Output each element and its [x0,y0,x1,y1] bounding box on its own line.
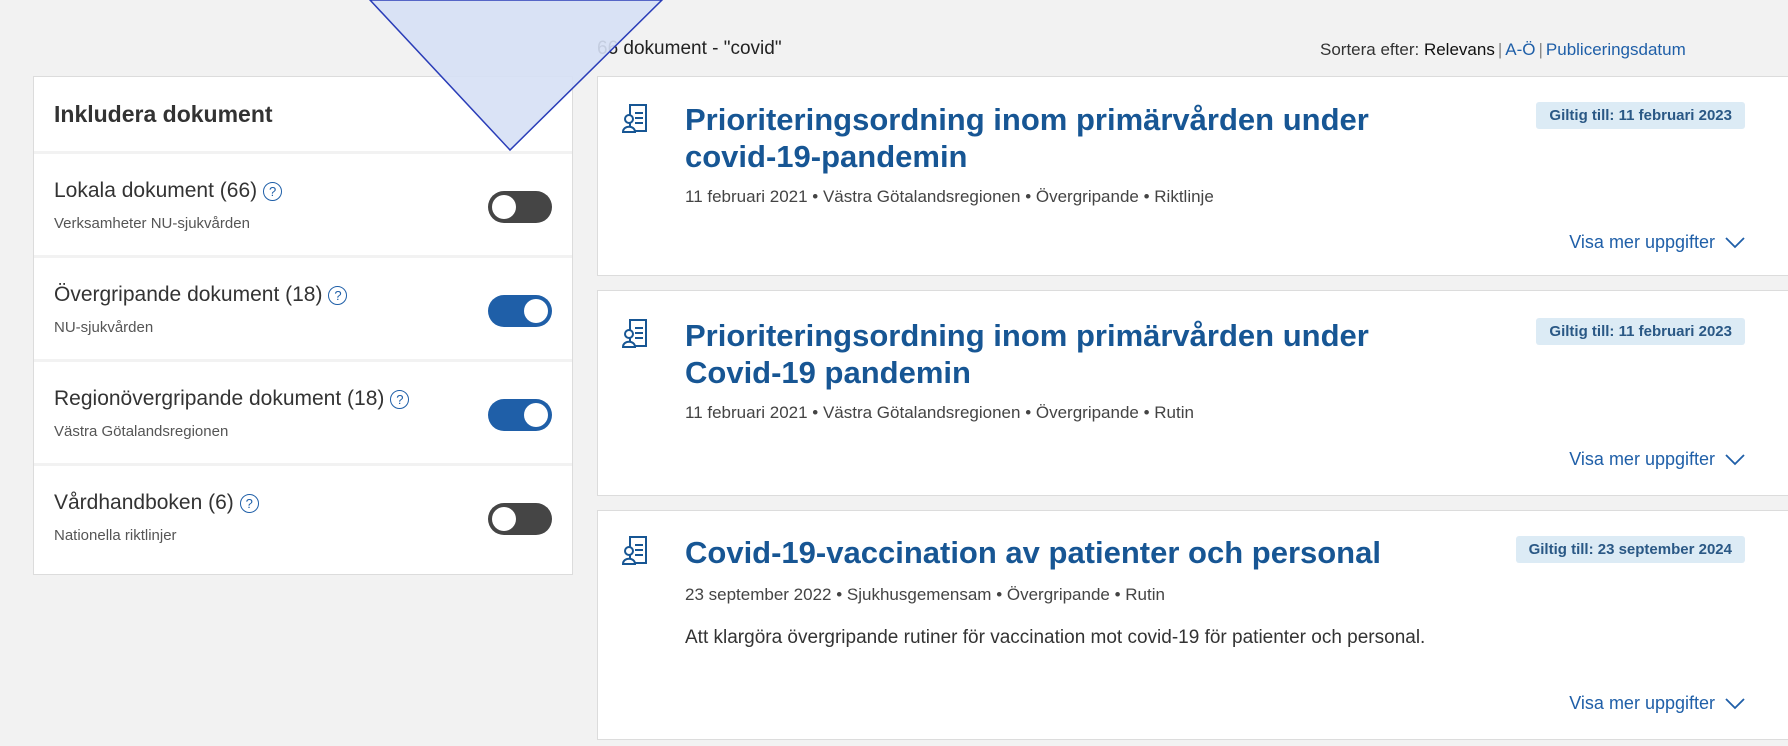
show-more-label: Visa mer uppgifter [1569,232,1715,252]
document-meta: 23 september 2022 • Sjukhusgemensam • Öv… [685,585,1165,604]
filter-title: Övergripande dokument (18) [54,283,323,306]
filter-row-overgripande: Övergripande dokument (18) ? NU-sjukvård… [34,258,572,362]
toggle-knob [492,195,516,219]
toggle-lokala[interactable] [488,191,552,223]
toggle-regionovergripande[interactable] [488,399,552,431]
show-more-label: Visa mer uppgifter [1569,449,1715,469]
filter-subtitle: Nationella riktlinjer [54,527,177,544]
sort-bar: Sortera efter: Relevans | A-Ö | Publicerings… [1320,40,1686,59]
document-card: Covid-19-vaccination av patienter och pe… [597,510,1788,740]
filter-panel: Inkludera dokument Lokala dokument (66) … [33,76,573,575]
sort-option-a-o[interactable]: A-Ö [1505,40,1535,59]
document-meta: 11 februari 2021 • Västra Götalandsregio… [685,403,1194,422]
sort-option-relevans[interactable]: Relevans [1424,40,1495,59]
document-card: Prioriteringsordning inom primärvården u… [597,290,1788,496]
show-more-button[interactable]: Visa mer uppgifter [1569,449,1745,470]
filter-heading: Inkludera dokument [34,77,572,154]
chevron-down-icon [1725,697,1745,709]
filter-row-vardhandboken: Vårdhandboken (6) ? Nationella riktlinje… [34,466,572,574]
document-description: Att klargöra övergripande rutiner för va… [685,627,1426,648]
chevron-down-icon [1725,453,1745,465]
filter-subtitle: Västra Götalandsregionen [54,423,229,440]
help-icon[interactable]: ? [390,389,410,409]
validity-badge: Giltig till: 23 september 2024 [1515,536,1745,563]
document-card: Prioriteringsordning inom primärvården u… [597,76,1788,276]
show-more-button[interactable]: Visa mer uppgifter [1569,693,1745,714]
show-more-button[interactable]: Visa mer uppgifter [1569,232,1745,253]
filter-row-lokala: Lokala dokument (66) ? Verksamheter NU-s… [34,154,572,258]
toggle-knob [524,403,548,427]
document-icon [622,104,647,133]
document-icon [622,536,647,565]
document-icon [622,319,647,348]
filter-row-regionovergripande: Regionövergripande dokument (18) ? Västr… [34,362,572,466]
help-icon[interactable]: ? [328,285,348,305]
toggle-vardhandboken[interactable] [488,503,552,535]
filter-subtitle: NU-sjukvården [54,319,154,336]
toggle-overgripande[interactable] [488,295,552,327]
toggle-knob [524,299,548,323]
document-meta: 11 februari 2021 • Västra Götalandsregio… [685,187,1214,206]
sort-option-publiceringsdatum[interactable]: Publiceringsdatum [1546,40,1686,59]
filter-subtitle: Verksamheter NU-sjukvården [54,215,250,232]
chevron-down-icon [1725,236,1745,248]
filter-title: Lokala dokument (66) [54,179,258,202]
results-count: 66 dokument - "covid" [597,38,782,59]
validity-badge: Giltig till: 11 februari 2023 [1536,318,1745,345]
document-title-link[interactable]: Prioriteringsordning inom primärvården u… [685,317,1445,391]
filter-title: Vårdhandboken (6) [54,491,234,514]
help-icon[interactable]: ? [263,181,283,201]
help-icon[interactable]: ? [239,493,259,513]
document-title-link[interactable]: Prioriteringsordning inom primärvården u… [685,101,1445,175]
show-more-label: Visa mer uppgifter [1569,693,1715,713]
toggle-knob [492,507,516,531]
sort-label: Sortera efter: [1320,40,1420,59]
filter-title: Regionövergripande dokument (18) [54,387,385,410]
document-title-link[interactable]: Covid-19-vaccination av patienter och pe… [685,534,1485,571]
validity-badge: Giltig till: 11 februari 2023 [1536,102,1745,129]
